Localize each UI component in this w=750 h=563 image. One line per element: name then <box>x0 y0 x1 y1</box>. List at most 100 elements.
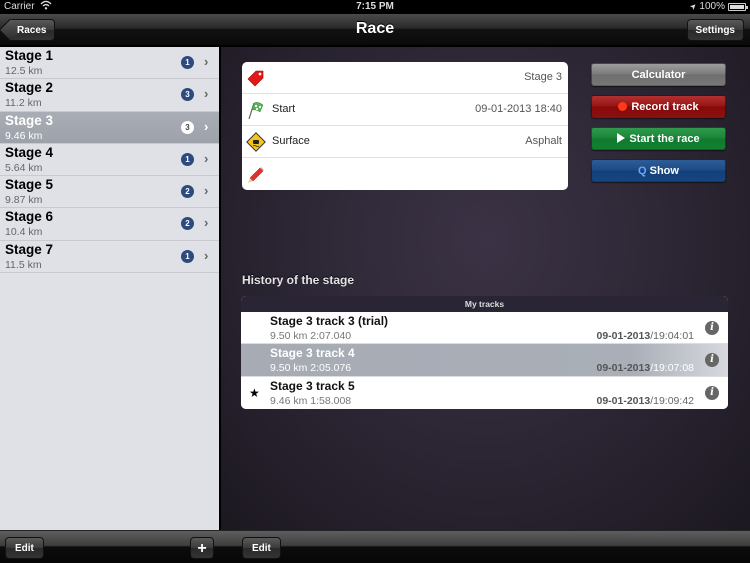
settings-button[interactable]: Settings <box>686 19 744 41</box>
track-stats: 9.50 km 2:07.040 <box>270 330 352 342</box>
chevron-right-icon: › <box>204 54 209 69</box>
note-row[interactable] <box>242 158 568 190</box>
track-count-badge: 1 <box>181 152 194 166</box>
stage-name: Stage 5 <box>5 177 54 193</box>
info-icon[interactable]: i <box>705 385 719 400</box>
surface-row[interactable]: Surface Asphalt <box>242 126 568 158</box>
stage-list-item[interactable]: Stage 4 5.64 km 1 › <box>0 144 219 177</box>
track-time: 19:09:42 <box>653 394 694 407</box>
show-button[interactable]: Q Show <box>591 159 726 182</box>
track-stats: 9.50 km 2:05.076 <box>270 362 352 375</box>
start-label: Start the race <box>629 133 700 145</box>
battery-icon <box>728 2 748 11</box>
play-icon <box>617 133 626 143</box>
stage-list-item[interactable]: Stage 1 12.5 km 1 › <box>0 47 219 80</box>
stage-name: Stage 2 <box>5 80 54 96</box>
track-time: 19:04:01 <box>653 330 694 342</box>
edit-tracks-button[interactable]: Edit <box>242 537 281 559</box>
stage-info-card: Stage 3 Start 09-01-2013 18:40 Surface A… <box>242 62 568 190</box>
track-count-badge: 1 <box>181 56 194 69</box>
edit-stages-button[interactable]: Edit <box>5 537 44 559</box>
chevron-right-icon: › <box>204 183 209 199</box>
track-row[interactable]: Stage 3 track 4 9.50 km 2:05.076 09-01-201… <box>241 344 728 377</box>
navigation-bar: Races Race Settings <box>0 14 750 46</box>
show-label: Show <box>649 165 679 177</box>
record-track-button[interactable]: Record track <box>591 95 726 118</box>
stage-name: Stage 1 <box>5 48 54 63</box>
track-name: Stage 3 track 3 (trial) <box>270 314 389 328</box>
stage-list-item[interactable]: Stage 6 10.4 km 2 › <box>0 208 219 241</box>
checkered-flag-icon <box>246 100 266 120</box>
page-title: Race <box>355 20 395 37</box>
record-label: Record track <box>631 101 699 113</box>
clock: 7:15 PM <box>356 1 394 12</box>
stage-detail: Stage 3 Start 09-01-2013 18:40 Surface A… <box>221 47 750 530</box>
stage-list-item[interactable]: Stage 3 9.46 km 3 › <box>0 111 219 144</box>
track-datetime: 09-01-2013/19:07:08 <box>596 362 694 375</box>
search-icon: Q <box>638 165 647 177</box>
chevron-right-icon: › <box>204 150 209 166</box>
track-date: 09-01-2013 <box>596 362 651 375</box>
star-icon: ★ <box>249 385 260 400</box>
start-value: 09-01-2013 18:40 <box>475 103 562 115</box>
tag-icon <box>246 68 266 88</box>
stage-distance: 10.4 km <box>5 226 43 239</box>
races-back-button[interactable]: Races <box>8 19 56 41</box>
track-count-badge: 1 <box>181 249 194 263</box>
stage-distance: 9.87 km <box>5 194 43 207</box>
stage-distance: 9.46 km <box>5 129 43 142</box>
pencil-icon <box>246 164 266 184</box>
stage-distance: 11.2 km <box>5 97 42 110</box>
stage-distance: 11.5 km <box>5 258 42 271</box>
chevron-right-icon: › <box>204 86 209 102</box>
stage-list-item[interactable]: Stage 5 9.87 km 2 › <box>0 176 219 209</box>
name-row[interactable]: Stage 3 <box>242 62 568 94</box>
history-table: My tracks Stage 3 track 3 (trial) 9.50 km… <box>241 296 728 409</box>
track-name: Stage 3 track 5 <box>270 378 355 393</box>
track-count-badge: 2 <box>181 185 194 199</box>
record-dot-icon <box>618 102 628 111</box>
track-date: 09-01-2013 <box>596 330 651 342</box>
stage-list: Stage 1 12.5 km 1 › Stage 2 11.2 km 3 › Stage 39… <box>0 47 220 530</box>
plus-icon: + <box>197 540 207 557</box>
surface-label: Surface <box>272 135 310 147</box>
track-name: Stage 3 track 4 <box>270 346 355 361</box>
calculator-button[interactable]: Calculator <box>591 63 726 86</box>
stage-list-item[interactable]: Stage 2 11.2 km 3 › <box>0 79 219 112</box>
track-count-badge: 3 <box>181 88 194 102</box>
start-race-button[interactable]: Start the race <box>591 127 726 150</box>
stage-name: Stage 4 <box>5 144 54 160</box>
track-count-badge: 2 <box>181 217 194 231</box>
stage-name: Stage 3 <box>5 112 54 128</box>
history-header: My tracks <box>241 296 728 312</box>
chevron-right-icon: › <box>204 118 209 134</box>
track-datetime: 09-01-2013/19:04:01 <box>596 330 694 342</box>
track-row[interactable]: ★ Stage 3 track 5 9.46 km 1:58.008 09-01-20… <box>241 376 728 409</box>
chevron-right-icon: › <box>204 215 209 231</box>
add-stage-button[interactable]: + <box>190 537 214 559</box>
track-datetime: 09-01-2013/19:09:42 <box>596 394 694 407</box>
chevron-right-icon: › <box>204 247 209 263</box>
stage-distance: 5.64 km <box>5 161 43 174</box>
track-stats: 9.46 km 1:58.008 <box>270 394 352 407</box>
start-row[interactable]: Start 09-01-2013 18:40 <box>242 94 568 126</box>
stage-name-value: Stage 3 <box>524 71 562 83</box>
track-date: 09-01-2013 <box>596 394 651 407</box>
history-title: History of the stage <box>242 273 355 287</box>
info-icon[interactable]: i <box>705 353 719 368</box>
bottom-toolbar: Edit + Edit <box>0 530 750 563</box>
stage-distance: 12.5 km <box>5 65 43 77</box>
status-bar: Carrier 7:15 PM ➤ 100% <box>0 0 750 14</box>
road-sign-icon <box>246 132 266 152</box>
calculator-label: Calculator <box>631 69 686 81</box>
info-icon[interactable]: i <box>705 321 719 335</box>
track-row[interactable]: Stage 3 track 3 (trial) 9.50 km 2:07.040 0… <box>241 312 728 345</box>
surface-value: Asphalt <box>525 135 562 147</box>
location-icon: ➤ <box>687 0 699 13</box>
battery-percent: 100% <box>699 1 725 12</box>
stage-list-item[interactable]: Stage 7 11.5 km 1 › <box>0 241 219 274</box>
stage-name: Stage 6 <box>5 209 54 225</box>
start-label: Start <box>272 103 296 115</box>
stage-name: Stage 7 <box>5 241 54 257</box>
track-time: 19:07:08 <box>653 362 694 375</box>
